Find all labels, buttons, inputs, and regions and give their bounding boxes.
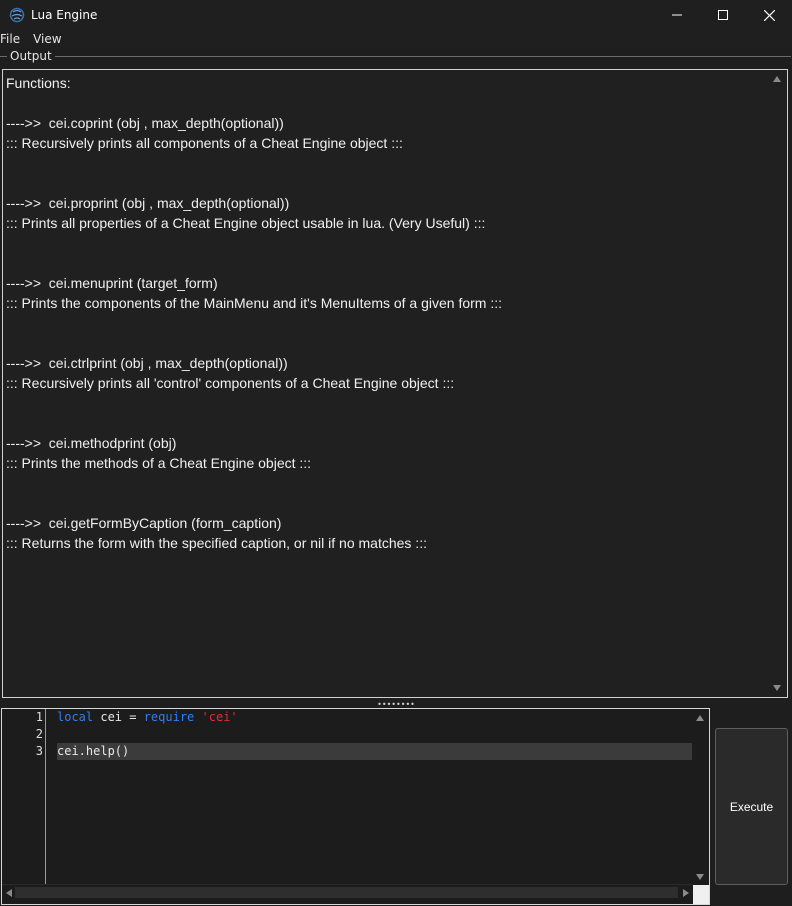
maximize-icon xyxy=(718,10,728,20)
output-line: ::: Prints all properties of a Cheat Eng… xyxy=(6,215,486,231)
output-line: ::: Prints the components of the MainMen… xyxy=(6,295,503,311)
output-line: ::: Returns the form with the specified … xyxy=(6,535,427,551)
output-line: ::: Recursively prints all components of… xyxy=(6,135,403,151)
code-token: cei.help xyxy=(57,744,115,758)
code-editor[interactable]: 1 2 3 local cei = require 'cei' cei.help(… xyxy=(1,708,710,905)
scroll-left-icon[interactable] xyxy=(6,889,12,897)
horizontal-scrollbar[interactable] xyxy=(2,884,693,904)
close-icon xyxy=(763,9,775,21)
output-group: Output Functions: ---->> cei.coprint (obj… xyxy=(0,49,791,702)
splitter-handle[interactable]: •••••••• xyxy=(0,700,792,709)
line-number: 2 xyxy=(35,727,43,741)
close-button[interactable] xyxy=(746,0,792,30)
menu-view[interactable]: View xyxy=(33,32,68,46)
code-token: cei = xyxy=(93,710,144,724)
output-content: Functions: ---->> cei.coprint (obj , max_… xyxy=(6,73,767,553)
line-number: 3 xyxy=(35,744,43,758)
code-token: () xyxy=(114,744,130,758)
menu-bar: File View xyxy=(0,30,792,48)
editor-scroll-up-icon[interactable] xyxy=(696,715,704,721)
window-title: Lua Engine xyxy=(31,8,98,22)
horizontal-scroll-thumb[interactable] xyxy=(15,887,678,898)
scroll-up-arrow-icon[interactable] xyxy=(773,76,781,82)
output-textbox[interactable]: Functions: ---->> cei.coprint (obj , max_… xyxy=(2,69,788,698)
output-line: ::: Prints the methods of a Cheat Engine… xyxy=(6,455,312,471)
output-line: ---->> cei.proprint (obj , max_depth(opt… xyxy=(6,195,290,211)
execute-button-label: Execute xyxy=(729,799,774,814)
line-number-gutter: 1 2 3 xyxy=(2,709,46,886)
cheat-engine-icon xyxy=(9,7,25,23)
output-line: ---->> cei.menuprint (target_form) xyxy=(6,275,218,291)
minimize-button[interactable] xyxy=(654,0,700,30)
code-token: 'cei' xyxy=(201,710,238,724)
output-line: ---->> cei.coprint (obj , max_depth(opti… xyxy=(6,115,284,131)
code-line[interactable]: cei.help() xyxy=(57,743,692,760)
scroll-down-arrow-icon[interactable] xyxy=(773,685,781,691)
maximize-button[interactable] xyxy=(700,0,746,30)
splitter-grip-icon: •••••••• xyxy=(377,700,415,709)
editor-scroll-down-icon[interactable] xyxy=(696,874,704,880)
output-line: ---->> cei.getFormByCaption (form_captio… xyxy=(6,515,282,531)
menu-file[interactable]: File xyxy=(0,32,27,46)
output-line: Functions: xyxy=(6,75,71,91)
title-bar: Lua Engine xyxy=(0,0,792,30)
output-line: ---->> cei.ctrlprint (obj , max_depth(op… xyxy=(6,355,288,371)
code-line[interactable]: local cei = require 'cei' xyxy=(57,709,238,726)
output-group-label: Output xyxy=(7,49,55,63)
scrollbar-corner xyxy=(693,885,709,904)
minimize-icon xyxy=(672,14,682,16)
output-line: ---->> cei.methodprint (obj) xyxy=(6,435,177,451)
code-token: local xyxy=(57,710,94,724)
execute-button[interactable]: Execute xyxy=(715,728,788,885)
code-token: require xyxy=(143,710,195,724)
line-number: 1 xyxy=(35,710,43,724)
output-line: ::: Recursively prints all 'control' com… xyxy=(6,375,455,391)
scroll-right-icon[interactable] xyxy=(683,889,689,897)
